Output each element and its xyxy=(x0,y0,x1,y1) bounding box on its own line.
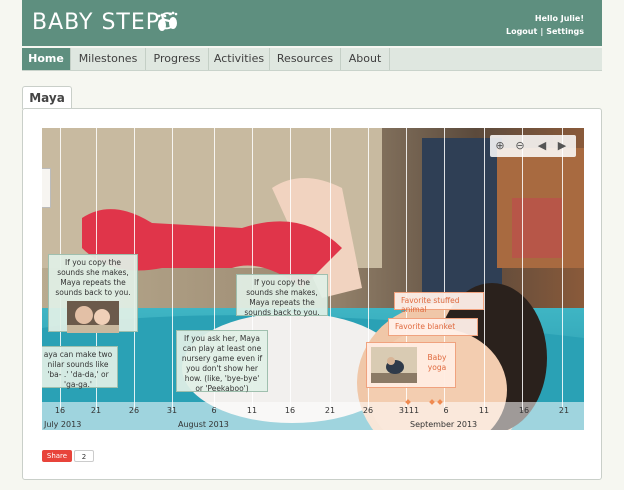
scroll-right-icon[interactable]: ▶ xyxy=(554,138,570,154)
tick-label: 11 xyxy=(246,406,258,415)
baby-feet-icon xyxy=(157,11,178,31)
logout-link[interactable]: Logout xyxy=(506,27,537,36)
milestone-timeline[interactable]: 16 21 26 31 6 11 16 21 26 31 11 6 11 16 … xyxy=(42,128,584,430)
timeline-gridline xyxy=(290,128,291,410)
month-label: September 2013 xyxy=(410,420,478,429)
event-label: Baby yoga xyxy=(427,353,447,372)
greeting-text: Hello Julie! xyxy=(534,14,584,23)
main-nav: Home Milestones Progress Activities Reso… xyxy=(22,48,602,71)
share-count: 2 xyxy=(74,450,94,462)
timeline-gridline xyxy=(172,128,173,410)
settings-link[interactable]: Settings xyxy=(546,27,584,36)
app-header: BABY STEPS Hello Julie! Logout | Settings xyxy=(22,0,602,46)
note-text: If you copy the sounds she makes, Maya r… xyxy=(55,258,131,297)
timeline-left-handle[interactable] xyxy=(42,168,51,208)
tick-label: 31 xyxy=(166,406,178,415)
timeline-gridline xyxy=(484,128,485,410)
timeline-gridline xyxy=(330,128,331,410)
tab-activities[interactable]: Activities xyxy=(209,48,270,70)
share-button[interactable]: Share xyxy=(42,450,72,462)
milestone-note[interactable]: aya can make two nilar sounds like 'ba- … xyxy=(42,346,118,389)
tab-progress[interactable]: Progress xyxy=(146,48,209,70)
timeline-controls: ⊕ ⊖ ◀ ▶ xyxy=(490,135,576,157)
timeline-gridline xyxy=(522,128,523,410)
tab-milestones[interactable]: Milestones xyxy=(71,48,146,70)
tab-home[interactable]: Home xyxy=(22,48,71,70)
tick-label: 6 xyxy=(211,406,217,415)
zoom-out-icon[interactable]: ⊖ xyxy=(512,138,528,154)
tick-label: 26 xyxy=(362,406,374,415)
event-card[interactable]: Baby yoga xyxy=(366,342,456,388)
event-label[interactable]: Favorite stuffed animal xyxy=(394,292,484,314)
milestone-note[interactable]: If you copy the sounds she makes, Maya r… xyxy=(236,274,328,317)
tick-label: 16 xyxy=(518,406,530,415)
zoom-in-icon[interactable]: ⊕ xyxy=(492,138,508,154)
milestone-note[interactable]: If you copy the sounds she makes, Maya r… xyxy=(48,254,138,333)
tick-label: 21 xyxy=(558,406,570,415)
timeline-gridline xyxy=(562,128,563,410)
note-thumbnail xyxy=(67,301,119,333)
tick-label: 21 xyxy=(324,406,336,415)
tab-resources[interactable]: Resources xyxy=(270,48,341,70)
month-label: August 2013 xyxy=(178,420,229,429)
tick-label: 11 xyxy=(408,406,420,415)
tick-label: 11 xyxy=(478,406,490,415)
scroll-left-icon[interactable]: ◀ xyxy=(534,138,550,154)
tick-label: 6 xyxy=(443,406,449,415)
timeline-axis xyxy=(42,402,584,430)
child-tab-maya[interactable]: Maya xyxy=(22,86,72,109)
user-area: Hello Julie! Logout | Settings xyxy=(505,14,584,36)
tab-about[interactable]: About xyxy=(341,48,390,70)
tick-label: 26 xyxy=(128,406,140,415)
tick-label: 16 xyxy=(54,406,66,415)
note-text: If you copy the sounds she makes, Maya r… xyxy=(244,278,320,317)
event-label[interactable]: Favorite blanket xyxy=(388,318,478,336)
tick-label: 21 xyxy=(90,406,102,415)
note-text: If you ask her, Maya can play at least o… xyxy=(181,334,263,393)
tick-label: 31 xyxy=(398,406,410,415)
event-thumbnail xyxy=(371,347,417,383)
month-label: July 2013 xyxy=(44,420,82,429)
note-text: aya can make two nilar sounds like 'ba- … xyxy=(43,350,113,389)
tick-label: 16 xyxy=(284,406,296,415)
milestone-note[interactable]: If you ask her, Maya can play at least o… xyxy=(176,330,268,393)
